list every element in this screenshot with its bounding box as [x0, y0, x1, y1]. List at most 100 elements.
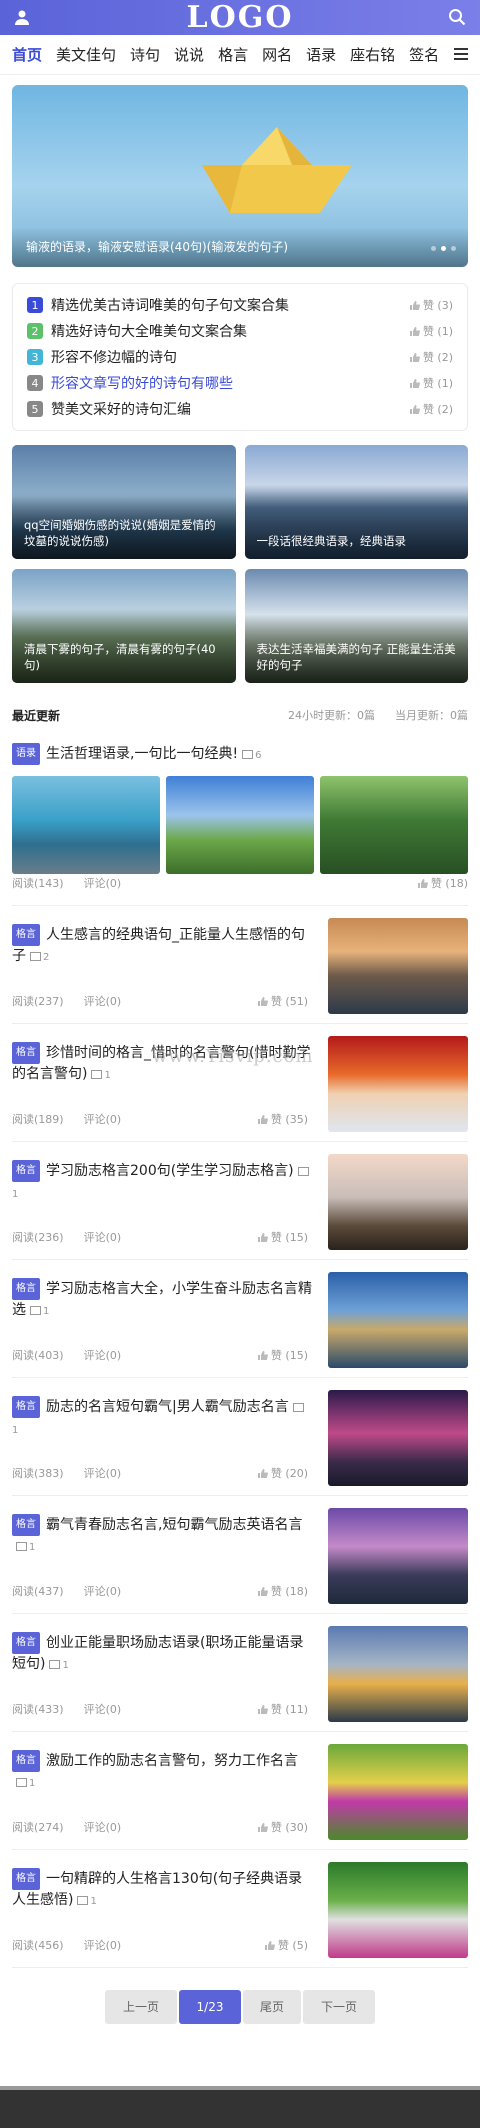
list-item[interactable]: 2 精选好诗句大全唯美句文案合集 赞 (1): [27, 318, 453, 344]
post-thumbnail[interactable]: [328, 1626, 468, 1722]
current-page[interactable]: 1/23: [179, 1990, 241, 2024]
post-card[interactable]: 格言 激励工作的励志名言警句，努力工作名言 1 阅读(274) 评论(0) 赞 (30): [12, 1732, 468, 1850]
post-title[interactable]: 学习励志格言大全，小学生奋斗励志名言精选: [12, 1281, 312, 1318]
category-tag[interactable]: 格言: [12, 1160, 40, 1182]
post-card[interactable]: 格言 励志的名言短句霸气|男人霸气励志名言1 阅读(383) 评论(0) 赞 (20): [12, 1378, 468, 1496]
featured-tile[interactable]: 一段话很经典语录，经典语录: [244, 445, 468, 559]
nav-item-status[interactable]: 说说: [174, 44, 204, 65]
post-thumbnail[interactable]: [166, 776, 314, 874]
post-thumbnail[interactable]: [328, 1862, 468, 1958]
slider-dot-active[interactable]: [441, 246, 446, 251]
category-tag[interactable]: 格言: [12, 1632, 40, 1654]
category-tag[interactable]: 格言: [12, 1514, 40, 1536]
post-card[interactable]: 格言 珍惜时间的格言_惜时的名言警句(惜时勤学的名言警句) 1 阅读(189) 评论(0…: [12, 1024, 468, 1142]
like-button[interactable]: 赞 (11): [257, 1701, 308, 1717]
nav-item-prose[interactable]: 美文佳句: [56, 44, 116, 65]
category-tag[interactable]: 格言: [12, 924, 40, 946]
post-title[interactable]: 激励工作的励志名言警句，努力工作名言: [46, 1753, 298, 1769]
post-thumbnail[interactable]: [328, 918, 468, 1014]
slider-dot[interactable]: [451, 246, 456, 251]
list-item-title[interactable]: 精选好诗句大全唯美句文案合集: [51, 321, 410, 341]
featured-tile[interactable]: qq空间婚姻伤感的说说(婚姻是爱情的坟墓的说说伤感): [12, 445, 236, 559]
site-logo[interactable]: LOGO: [187, 0, 294, 35]
featured-tile[interactable]: 表达生活幸福美满的句子 正能量生活美好的句子: [244, 569, 468, 683]
like-button[interactable]: 赞 (15): [257, 1229, 308, 1245]
post-card[interactable]: 格言 学习励志格言200句(学生学习励志格言)1 阅读(236) 评论(0) 赞 (15…: [12, 1142, 468, 1260]
post-title[interactable]: 霸气青春励志名言,短句霸气励志英语名言: [46, 1517, 302, 1533]
nav-item-nicknames[interactable]: 网名: [262, 44, 292, 65]
post-card[interactable]: 格言 创业正能量职场励志语录(职场正能量语录短句) 1 阅读(433) 评论(0) 赞 (…: [12, 1614, 468, 1732]
category-tag[interactable]: 语录: [12, 743, 40, 765]
post-card[interactable]: 格言 一句精辟的人生格言130句(句子经典语录 人生感悟) 1 阅读(456) 评论(0…: [12, 1850, 468, 1968]
featured-tile-title[interactable]: 一段话很经典语录，经典语录: [257, 533, 459, 549]
comment-count[interactable]: 评论(0): [84, 1821, 122, 1834]
list-item-title[interactable]: 形容不修边幅的诗句: [51, 347, 410, 367]
like-button[interactable]: 赞 (15): [257, 1347, 308, 1363]
comment-count[interactable]: 评论(0): [84, 1113, 122, 1126]
featured-tile-title[interactable]: qq空间婚姻伤感的说说(婚姻是爱情的坟墓的说说伤感): [24, 517, 226, 549]
category-tag[interactable]: 格言: [12, 1278, 40, 1300]
list-item-title[interactable]: 形容文章写的好的诗句有哪些: [51, 373, 410, 393]
nav-item-signatures[interactable]: 签名: [409, 44, 439, 65]
post-card[interactable]: 语录 生活哲理语录,一句比一句经典! 6 阅读(143) 评论(0) 赞 (18): [12, 723, 468, 906]
user-icon[interactable]: [14, 9, 30, 25]
list-item-title[interactable]: 赞美文采好的诗句汇编: [51, 399, 410, 419]
post-thumbnail[interactable]: [328, 1390, 468, 1486]
like-button[interactable]: 赞 (30): [257, 1819, 308, 1835]
post-thumbnail[interactable]: [320, 776, 468, 874]
post-thumbnail[interactable]: [328, 1036, 468, 1132]
post-thumbnail[interactable]: [12, 776, 160, 874]
comment-count[interactable]: 评论(0): [84, 1467, 122, 1480]
like-count[interactable]: 赞 (1): [409, 375, 453, 391]
post-thumbnail[interactable]: [328, 1744, 468, 1840]
nav-item-maxims[interactable]: 座右铭: [350, 44, 395, 65]
next-page-button[interactable]: 下一页: [303, 1990, 375, 2024]
featured-tile[interactable]: 清晨下雾的句子，清晨有雾的句子(40句): [12, 569, 236, 683]
hero-caption[interactable]: 输液的语录，输液安慰语录(40句)(输液发的句子): [26, 238, 288, 255]
slider-dot[interactable]: [431, 246, 436, 251]
category-tag[interactable]: 格言: [12, 1042, 40, 1064]
category-tag[interactable]: 格言: [12, 1750, 40, 1772]
like-button[interactable]: 赞 (20): [257, 1465, 308, 1481]
post-title[interactable]: 励志的名言短句霸气|男人霸气励志名言: [46, 1399, 289, 1415]
comment-count[interactable]: 评论(0): [84, 995, 122, 1008]
featured-tile-title[interactable]: 表达生活幸福美满的句子 正能量生活美好的句子: [257, 641, 459, 673]
list-item[interactable]: 4 形容文章写的好的诗句有哪些 赞 (1): [27, 370, 453, 396]
last-page-button[interactable]: 尾页: [243, 1990, 301, 2024]
nav-item-quotes[interactable]: 语录: [306, 44, 336, 65]
like-count[interactable]: 赞 (3): [409, 297, 453, 313]
comment-count[interactable]: 评论(0): [84, 877, 122, 890]
post-card[interactable]: 格言 人生感言的经典语句_正能量人生感悟的句子 2 阅读(237) 评论(0) 赞 (51…: [12, 906, 468, 1024]
post-title[interactable]: 人生感言的经典语句_正能量人生感悟的句子: [12, 927, 305, 964]
nav-item-home[interactable]: 首页: [12, 44, 42, 65]
list-item-title[interactable]: 精选优美古诗词唯美的句子句文案合集: [51, 295, 410, 315]
menu-icon[interactable]: [454, 48, 468, 60]
post-title[interactable]: 学习励志格言200句(学生学习励志格言): [46, 1163, 294, 1179]
like-button[interactable]: 赞 (18): [417, 875, 468, 891]
comment-count[interactable]: 评论(0): [84, 1585, 122, 1598]
post-thumbnail[interactable]: [328, 1508, 468, 1604]
list-item[interactable]: 3 形容不修边幅的诗句 赞 (2): [27, 344, 453, 370]
featured-tile-title[interactable]: 清晨下雾的句子，清晨有雾的句子(40句): [24, 641, 226, 673]
comment-count[interactable]: 评论(0): [84, 1703, 122, 1716]
like-button[interactable]: 赞 (35): [257, 1111, 308, 1127]
comment-count[interactable]: 评论(0): [84, 1231, 122, 1244]
list-item[interactable]: 5 赞美文采好的诗句汇编 赞 (2): [27, 396, 453, 422]
post-title[interactable]: 一句精辟的人生格言130句(句子经典语录 人生感悟): [12, 1871, 302, 1908]
nav-item-poems[interactable]: 诗句: [130, 44, 160, 65]
category-tag[interactable]: 格言: [12, 1868, 40, 1890]
list-item[interactable]: 1 精选优美古诗词唯美的句子句文案合集 赞 (3): [27, 292, 453, 318]
post-card[interactable]: 格言 霸气青春励志名言,短句霸气励志英语名言 1 阅读(437) 评论(0) 赞 (18): [12, 1496, 468, 1614]
post-card[interactable]: 格言 学习励志格言大全，小学生奋斗励志名言精选 1 阅读(403) 评论(0) 赞 (15…: [12, 1260, 468, 1378]
like-button[interactable]: 赞 (51): [257, 993, 308, 1009]
category-tag[interactable]: 格言: [12, 1396, 40, 1418]
post-title[interactable]: 生活哲理语录,一句比一句经典!: [46, 746, 238, 762]
post-thumbnail[interactable]: [328, 1272, 468, 1368]
nav-item-mottos[interactable]: 格言: [218, 44, 248, 65]
post-thumbnail[interactable]: [328, 1154, 468, 1250]
like-count[interactable]: 赞 (2): [409, 401, 453, 417]
like-button[interactable]: 赞 (18): [257, 1583, 308, 1599]
comment-count[interactable]: 评论(0): [84, 1939, 122, 1952]
comment-count[interactable]: 评论(0): [84, 1349, 122, 1362]
like-count[interactable]: 赞 (2): [409, 349, 453, 365]
